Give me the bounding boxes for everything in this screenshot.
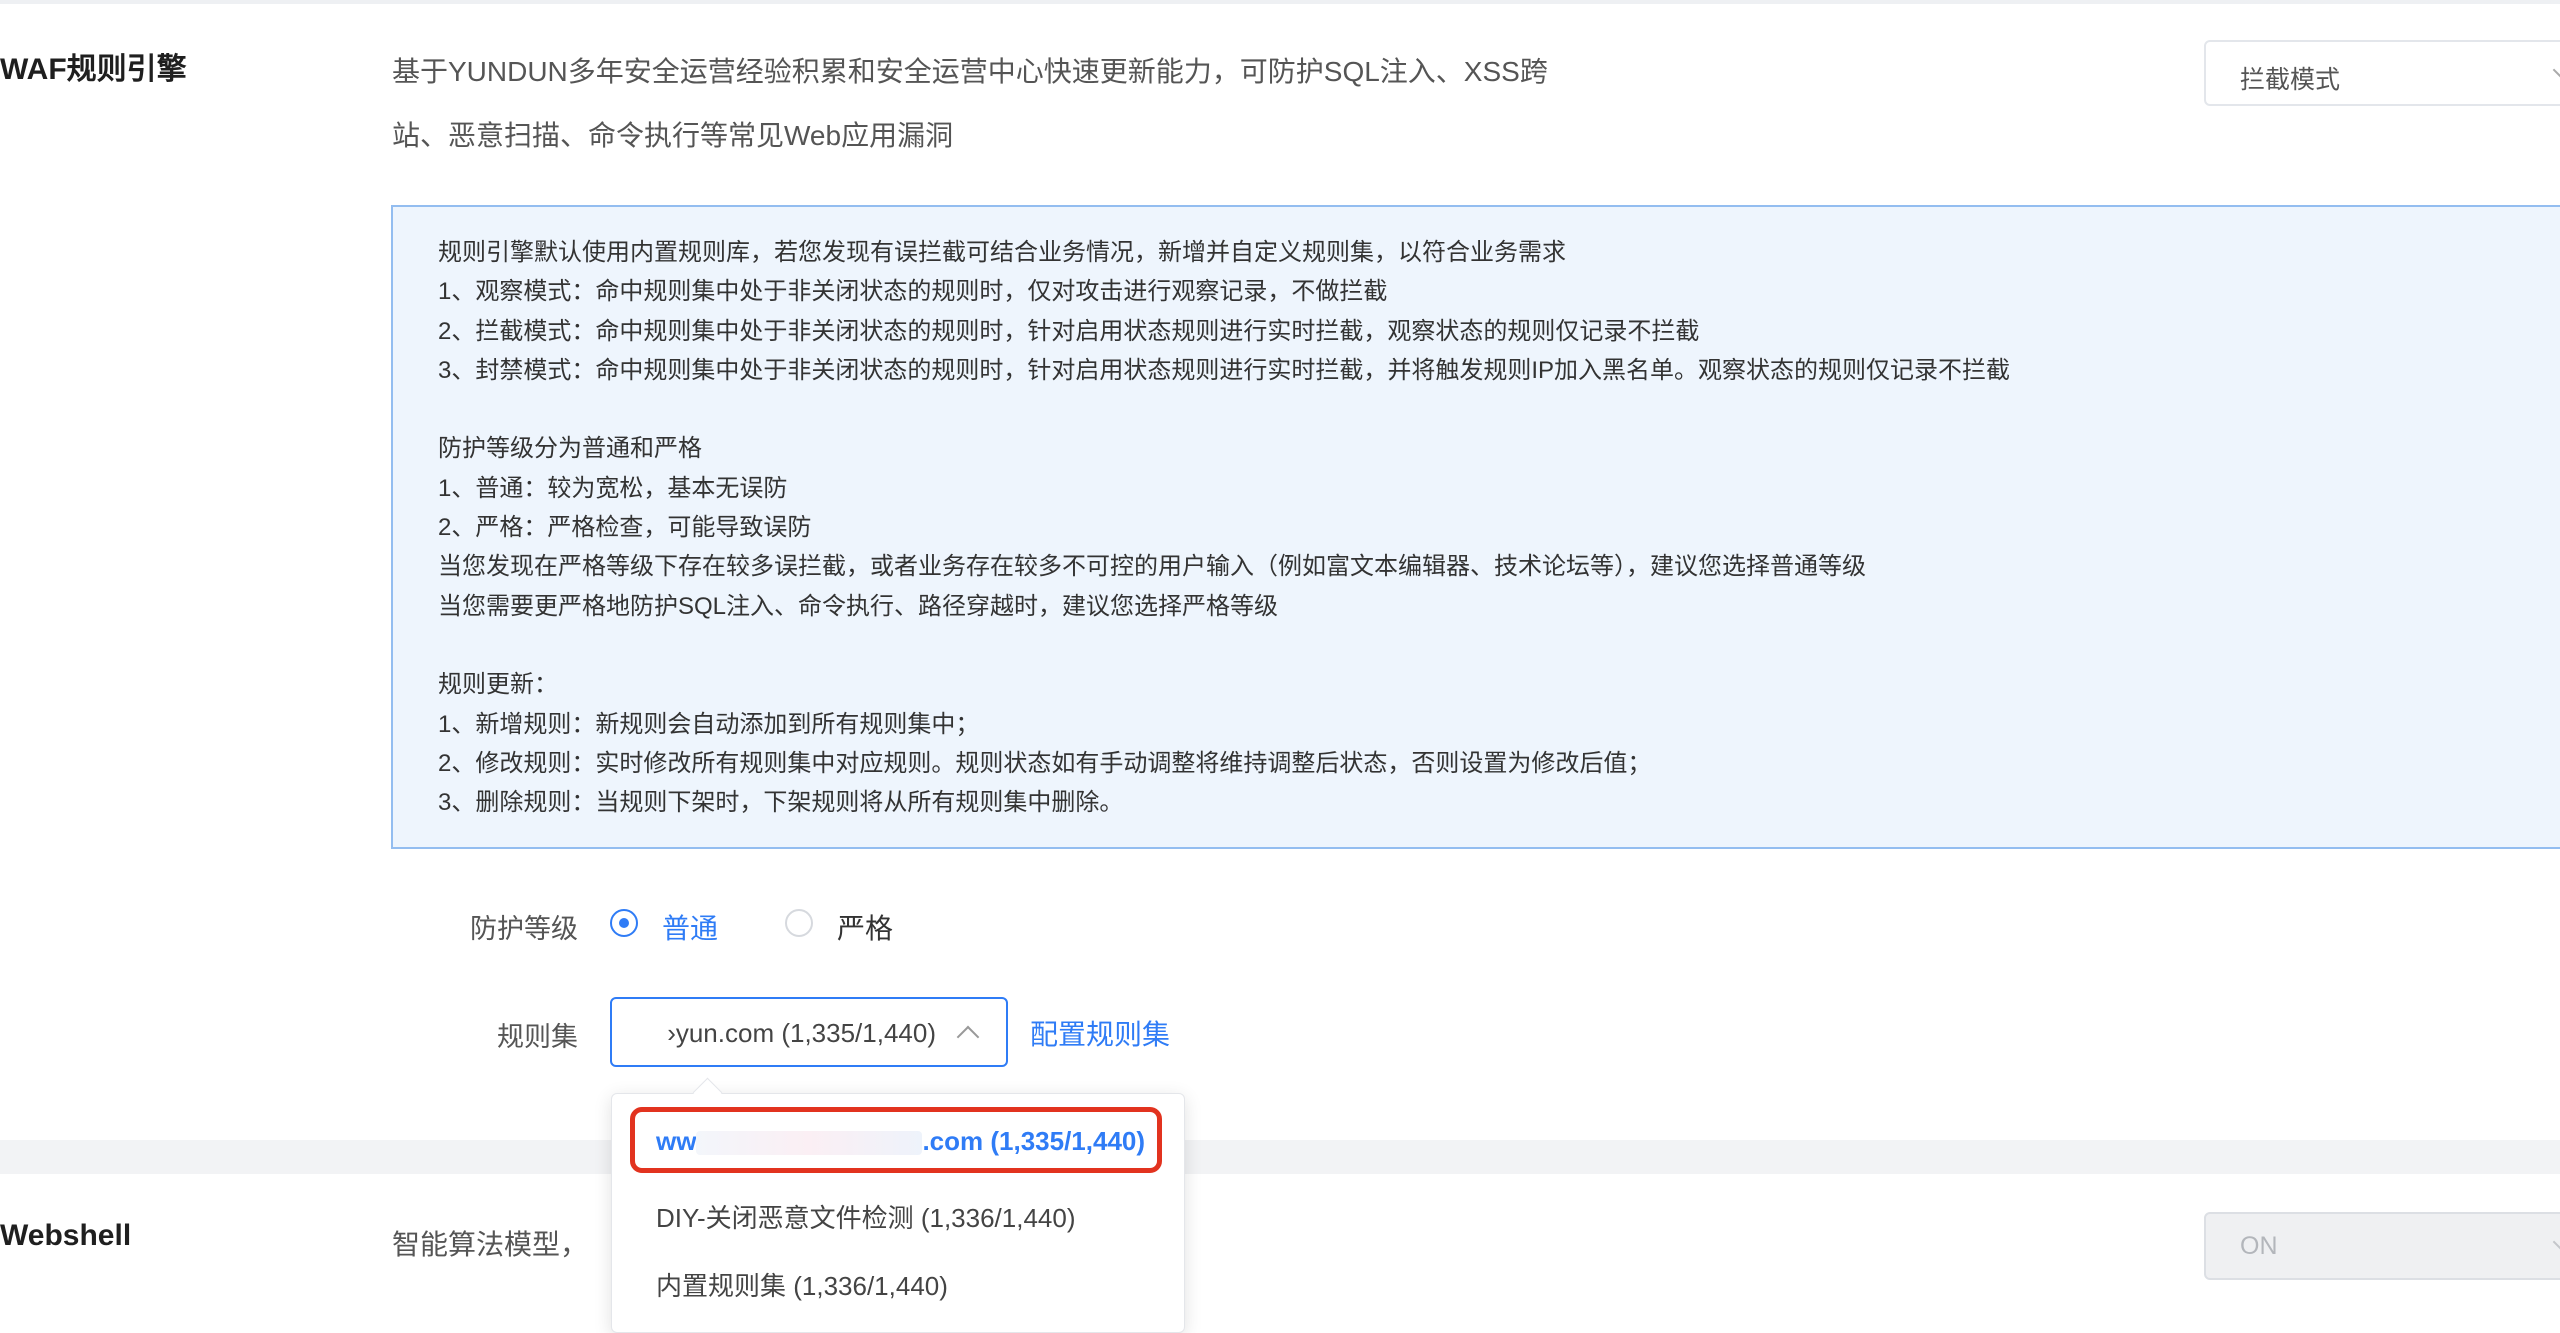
ruleset-select-value: ›yun.com (1,335/1,440)	[667, 1018, 936, 1048]
waf-section-title: WAF规则引擎	[0, 53, 187, 86]
info-line: 2、严格：严格检查，可能导致误防	[438, 514, 812, 542]
info-line: 规则更新：	[438, 671, 558, 699]
info-line: 1、普通：较为宽松，基本无误防	[438, 474, 788, 502]
info-line: 1、新增规则：新规则会自动添加到所有规则集中；	[438, 710, 980, 738]
dropdown-item-prefix: ww	[656, 1126, 697, 1156]
ruleset-dropdown: ww .com (1,335/1,440) DIY-关闭恶意文件检测 (1,336…	[611, 1093, 1185, 1333]
info-line: 2、修改规则：实时修改所有规则集中对应规则。规则状态如有手动调整将维持调整后状态…	[438, 749, 1652, 777]
webshell-section-title: Webshell	[0, 1219, 132, 1252]
info-line: 1、观察模式：命中规则集中处于非关闭状态的规则时，仅对攻击进行观察记录，不做拦截	[438, 278, 1388, 306]
info-line: 当您发现在严格等级下存在较多误拦截，或者业务存在较多不可控的用户输入（例如富文本…	[438, 553, 1866, 581]
protection-level-label: 防护等级	[470, 914, 578, 944]
chevron-down-icon	[2552, 58, 2560, 82]
radio-strict[interactable]	[785, 909, 813, 937]
rule-engine-info-box: 规则引擎默认使用内置规则库，若您发现有误拦截可结合业务情况，新增并自定义规则集，…	[391, 205, 2560, 849]
info-line	[438, 390, 2544, 429]
radio-normal-label[interactable]: 普通	[662, 907, 718, 947]
dropdown-item-selected[interactable]: ww .com (1,335/1,440)	[656, 1126, 1145, 1157]
ruleset-label: 规则集	[497, 1022, 578, 1052]
protection-mode-select[interactable]: 拦截模式	[2204, 40, 2560, 106]
radio-normal[interactable]	[610, 909, 638, 937]
top-divider	[0, 0, 2560, 4]
dropdown-item-suffix: .com (1,335/1,440)	[922, 1126, 1146, 1156]
webshell-description: 智能算法模型，	[392, 1229, 589, 1260]
info-line: 2、拦截模式：命中规则集中处于非关闭状态的规则时，针对启用状态规则进行实时拦截，…	[438, 317, 1700, 345]
configure-ruleset-link[interactable]: 配置规则集	[1030, 1013, 1170, 1053]
ruleset-select[interactable]: ›yun.com (1,335/1,440)	[610, 997, 1008, 1067]
dropdown-item[interactable]: 内置规则集 (1,336/1,440)	[656, 1266, 948, 1303]
info-line: 当您需要更严格地防护SQL注入、命令执行、路径穿越时，建议您选择严格等级	[438, 592, 1279, 620]
radio-strict-label[interactable]: 严格	[837, 907, 893, 947]
info-line: 3、封禁模式：命中规则集中处于非关闭状态的规则时，针对启用状态规则进行实时拦截，…	[438, 356, 2011, 384]
dropdown-item[interactable]: DIY-关闭恶意文件检测 (1,336/1,440)	[656, 1198, 1076, 1235]
info-line: 规则引擎默认使用内置规则库，若您发现有误拦截可结合业务情况，新增并自定义规则集，…	[438, 239, 1566, 266]
redacted-domain	[696, 1131, 923, 1156]
waf-description-line2: 站、恶意扫描、命令执行等常见Web应用漏洞	[392, 120, 954, 151]
chevron-down-icon	[2552, 1230, 2560, 1254]
protection-mode-value: 拦截模式	[2240, 66, 2341, 94]
webshell-select-value: ON	[2240, 1232, 2278, 1260]
section-divider	[0, 1140, 2560, 1174]
info-line	[438, 626, 2544, 665]
info-line: 防护等级分为普通和严格	[438, 435, 702, 463]
waf-description-line1: 基于YUNDUN多年安全运营经验积累和安全运营中心快速更新能力，可防护SQL注入…	[392, 56, 1548, 87]
webshell-toggle-select[interactable]: ON	[2204, 1212, 2560, 1280]
info-line: 3、删除规则：当规则下架时，下架规则将从所有规则集中删除。	[438, 789, 1124, 817]
chevron-up-icon	[956, 1025, 980, 1049]
